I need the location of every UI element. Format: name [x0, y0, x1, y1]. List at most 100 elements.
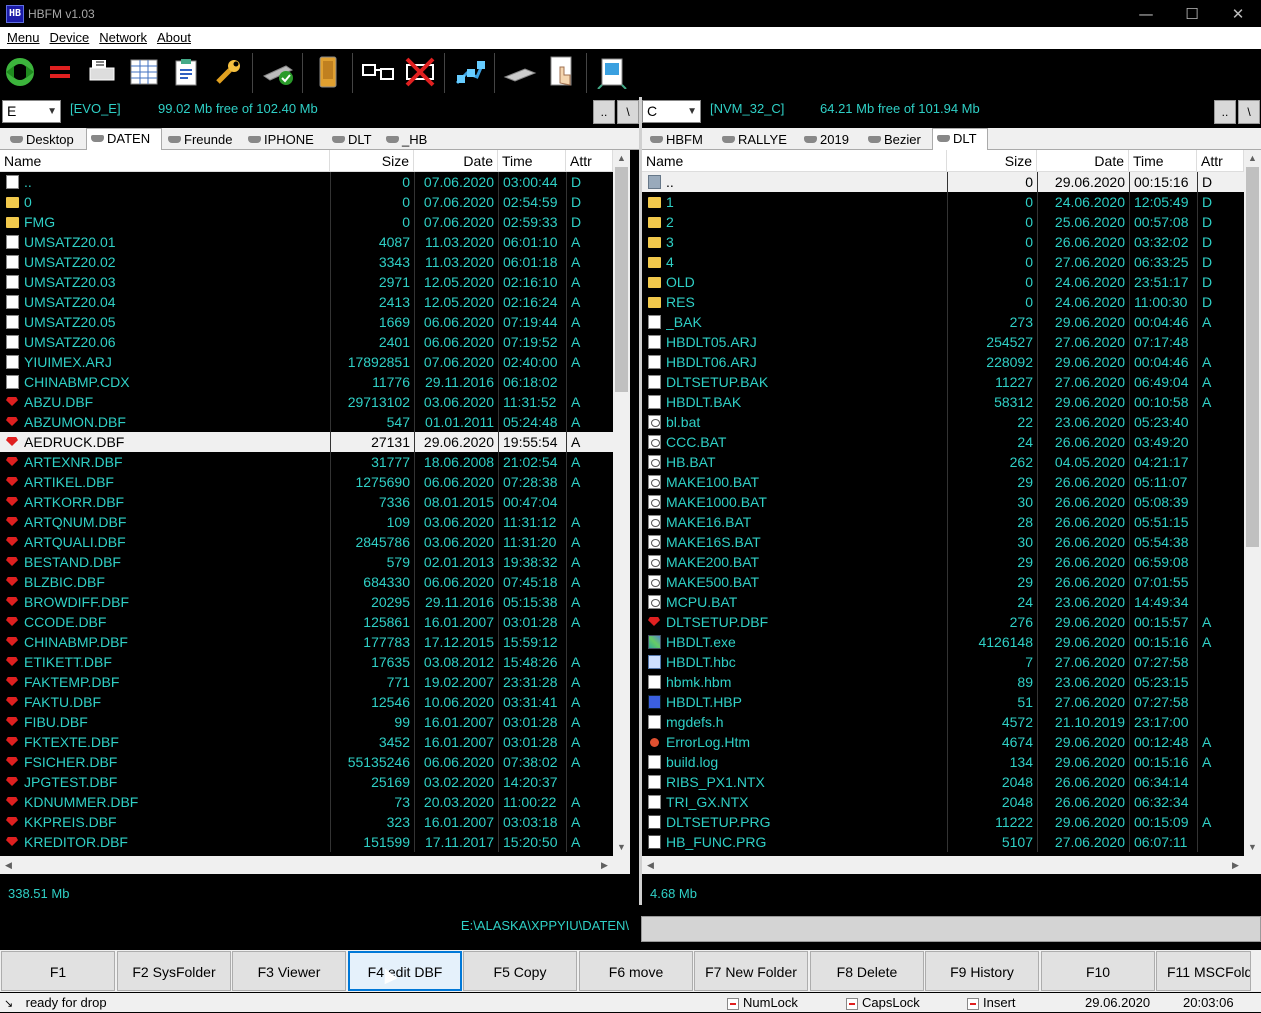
left-file-row[interactable]: BLZBIC.DBF 684330 06.06.2020 07:45:18 A	[0, 572, 613, 592]
left-file-row[interactable]: KDNUMMER.DBF 73 20.03.2020 11:00:22 A	[0, 792, 613, 812]
left-file-row[interactable]: JPGTEST.DBF 25169 03.02.2020 14:20:37	[0, 772, 613, 792]
menu-menu[interactable]: Menu	[7, 30, 40, 45]
menu-network[interactable]: Network	[99, 30, 147, 45]
right-file-row[interactable]: HB.BAT 262 04.05.2020 04:21:17	[642, 452, 1244, 472]
right-file-row[interactable]: HBDLT.hbc 7 27.06.2020 07:27:58	[642, 652, 1244, 672]
right-file-row[interactable]: bl.bat 22 23.06.2020 05:23:40	[642, 412, 1244, 432]
right-file-row[interactable]: HBDLT.HBP 51 27.06.2020 07:27:58	[642, 692, 1244, 712]
right-col-date[interactable]: Date	[1037, 150, 1129, 172]
left-file-row[interactable]: YIUIMEX.ARJ 17892851 07.06.2020 02:40:00 A	[0, 352, 613, 372]
fkey-1-button[interactable]: F1	[1, 951, 115, 991]
fkey-4-button[interactable]: F4 edit DBF	[348, 951, 462, 991]
left-file-row[interactable]: BESTAND.DBF 579 02.01.2013 19:38:32 A	[0, 552, 613, 572]
left-drive-select[interactable]: E ▼	[2, 100, 61, 123]
left-file-row[interactable]: FKTEXTE.DBF 3452 16.01.2007 03:01:28 A	[0, 732, 613, 752]
right-file-row[interactable]: MCPU.BAT 24 23.06.2020 14:49:34	[642, 592, 1244, 612]
fkey-6-button[interactable]: F6 move	[579, 951, 693, 991]
right-parent-button[interactable]: ..	[1214, 100, 1236, 124]
left-file-row[interactable]: .. 0 07.06.2020 03:00:44 D	[0, 172, 613, 192]
exit-door-icon[interactable]	[594, 54, 630, 90]
left-file-row[interactable]: ABZU.DBF 29713102 03.06.2020 11:31:52 A	[0, 392, 613, 412]
menu-device[interactable]: Device	[50, 30, 90, 45]
scroll-up-icon[interactable]: ▲	[613, 150, 630, 167]
scroll-down-icon[interactable]: ▼	[1244, 839, 1261, 856]
left-file-row[interactable]: UMSATZ20.02 3343 11.03.2020 06:01:18 A	[0, 252, 613, 272]
maximize-button[interactable]: ☐	[1169, 0, 1215, 27]
left-file-row[interactable]: ETIKETT.DBF 17635 03.08.2012 15:48:26 A	[0, 652, 613, 672]
right-root-button[interactable]: \	[1238, 100, 1260, 124]
left-tab-dlt[interactable]: DLT	[328, 130, 380, 150]
left-file-row[interactable]: CCODE.DBF 125861 16.01.2007 03:01:28 A	[0, 612, 613, 632]
right-file-row[interactable]: HBDLT.BAK 58312 29.06.2020 00:10:58 A	[642, 392, 1244, 412]
right-file-row[interactable]: MAKE16S.BAT 30 26.06.2020 05:54:38	[642, 532, 1244, 552]
compare-icon[interactable]	[42, 54, 78, 90]
left-tab-daten[interactable]: DATEN	[86, 128, 162, 150]
right-file-row[interactable]: HBDLT06.ARJ 228092 29.06.2020 00:04:46 A	[642, 352, 1244, 372]
left-file-row[interactable]: UMSATZ20.04 2413 12.05.2020 02:16:24 A	[0, 292, 613, 312]
fkey-9-button[interactable]: F9 History	[925, 951, 1039, 991]
left-file-row[interactable]: ARTIKEL.DBF 1275690 06.06.2020 07:28:38 A	[0, 472, 613, 492]
left-file-row[interactable]: UMSATZ20.03 2971 12.05.2020 02:16:10 A	[0, 272, 613, 292]
left-file-row[interactable]: FAKTEMP.DBF 771 19.02.2007 23:31:28 A	[0, 672, 613, 692]
right-file-row[interactable]: hbmk.hbm 89 23.06.2020 05:23:15	[642, 672, 1244, 692]
right-file-row[interactable]: HBDLT.exe 4126148 29.06.2020 00:15:16 A	[642, 632, 1244, 652]
left-col-time[interactable]: Time	[498, 150, 566, 172]
right-tab-bezier[interactable]: Bezier	[864, 130, 930, 150]
right-tab-rallye[interactable]: RALLYE	[718, 130, 798, 150]
right-file-row[interactable]: ErrorLog.Htm 4674 29.06.2020 00:12:48 A	[642, 732, 1244, 752]
fkey-7-button[interactable]: F7 New Folder	[694, 951, 808, 991]
left-file-row[interactable]: UMSATZ20.06 2401 06.06.2020 07:19:52 A	[0, 332, 613, 352]
left-tab-iphone[interactable]: IPHONE	[244, 130, 326, 150]
left-file-row[interactable]: FIBU.DBF 99 16.01.2007 03:01:28 A	[0, 712, 613, 732]
right-tab-dlt[interactable]: DLT	[932, 128, 988, 150]
left-horizontal-scrollbar[interactable]: ◀ ▶	[0, 856, 613, 874]
fkey-10-button[interactable]: F10	[1041, 951, 1155, 991]
left-file-row[interactable]: ARTQNUM.DBF 109 03.06.2020 11:31:12 A	[0, 512, 613, 532]
right-file-row[interactable]: build.log 134 29.06.2020 00:15:16 A	[642, 752, 1244, 772]
left-file-row[interactable]: FMG 0 07.06.2020 02:59:33 D	[0, 212, 613, 232]
scroll-up-icon[interactable]: ▲	[1244, 150, 1261, 167]
right-file-row[interactable]: .. 0 29.06.2020 00:15:16 D	[642, 172, 1244, 192]
fkey-3-button[interactable]: F3 Viewer	[232, 951, 346, 991]
right-file-row[interactable]: TRI_GX.NTX 2048 26.06.2020 06:32:34	[642, 792, 1244, 812]
right-col-name[interactable]: Name	[642, 150, 947, 172]
left-file-row[interactable]: BROWDIFF.DBF 20295 29.11.2016 05:15:38 A	[0, 592, 613, 612]
right-file-row[interactable]: HB_FUNC.PRG 5107 27.06.2020 06:07:11	[642, 832, 1244, 852]
left-file-row[interactable]: KKPREIS.DBF 323 16.01.2007 03:03:18 A	[0, 812, 613, 832]
right-file-row[interactable]: DLTSETUP.DBF 276 29.06.2020 00:15:57 A	[642, 612, 1244, 632]
left-file-row[interactable]: 0 0 07.06.2020 02:54:59 D	[0, 192, 613, 212]
left-file-row[interactable]: ARTQUALI.DBF 2845786 03.06.2020 11:31:20 A	[0, 532, 613, 552]
drive-check-icon[interactable]	[260, 54, 296, 90]
right-file-row[interactable]: MAKE100.BAT 29 26.06.2020 05:11:07	[642, 472, 1244, 492]
phone-icon[interactable]	[310, 54, 346, 90]
fkey-2-button[interactable]: F2 SysFolder	[117, 951, 231, 991]
left-file-row[interactable]: AEDRUCK.DBF 27131 29.06.2020 19:55:54 A	[0, 432, 613, 452]
left-file-row[interactable]: KREDITOR.DBF 151599 17.11.2017 15:20:50 A	[0, 832, 613, 852]
right-file-row[interactable]: MAKE500.BAT 29 26.06.2020 07:01:55	[642, 572, 1244, 592]
scroll-left-icon[interactable]: ◀	[0, 856, 17, 874]
minimize-button[interactable]: —	[1123, 0, 1169, 27]
scroll-right-icon[interactable]: ▶	[596, 856, 613, 874]
right-col-attr[interactable]: Attr	[1197, 150, 1244, 172]
right-file-row[interactable]: 4 0 27.06.2020 06:33:25 D	[642, 252, 1244, 272]
fkey-5-button[interactable]: F5 Copy	[463, 951, 577, 991]
right-file-row[interactable]: MAKE200.BAT 29 26.06.2020 06:59:08	[642, 552, 1244, 572]
settings-wrench-icon[interactable]	[210, 54, 246, 90]
right-file-row[interactable]: RES 0 24.06.2020 11:00:30 D	[642, 292, 1244, 312]
fkey-8-button[interactable]: F8 Delete	[810, 951, 924, 991]
left-file-row[interactable]: UMSATZ20.01 4087 11.03.2020 06:01:10 A	[0, 232, 613, 252]
right-scroll-thumb[interactable]	[1246, 167, 1259, 547]
left-col-date[interactable]: Date	[414, 150, 498, 172]
left-col-size[interactable]: Size	[330, 150, 414, 172]
right-col-size[interactable]: Size	[947, 150, 1037, 172]
left-file-row[interactable]: FAKTU.DBF 12546 10.06.2020 03:31:41 A	[0, 692, 613, 712]
right-col-time[interactable]: Time	[1129, 150, 1197, 172]
left-tab-freunde[interactable]: Freunde	[164, 130, 242, 150]
drive-info-icon[interactable]	[84, 54, 120, 90]
grid-view-icon[interactable]	[126, 54, 162, 90]
left-file-row[interactable]: CHINABMP.CDX 11776 29.11.2016 06:18:02	[0, 372, 613, 392]
left-file-row[interactable]: UMSATZ20.05 1669 06.06.2020 07:19:44 A	[0, 312, 613, 332]
right-file-row[interactable]: DLTSETUP.BAK 11227 27.06.2020 06:49:04 A	[642, 372, 1244, 392]
network-grid-icon[interactable]	[452, 54, 488, 90]
left-col-attr[interactable]: Attr	[566, 150, 613, 172]
